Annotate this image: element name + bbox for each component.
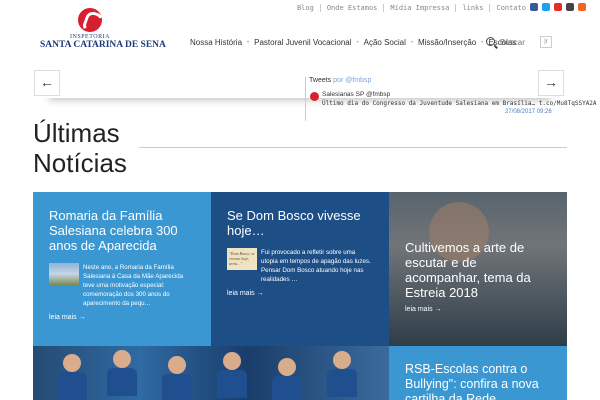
news-card-dom-bosco[interactable]: Se Dom Bosco vivesse hoje… "Dom Bosco, s… <box>211 192 389 346</box>
logo-mark-icon <box>78 8 102 32</box>
tweets-header: Tweets por @fmbsp <box>309 77 530 84</box>
page: Blog Onde Estamos Mídia Impressa links C… <box>0 0 600 400</box>
section-title-line1: Últimas <box>33 118 120 148</box>
top-link-links[interactable]: links <box>455 4 489 12</box>
news-card-title[interactable]: Se Dom Bosco vivesse hoje… <box>227 208 373 238</box>
photo-person <box>272 376 302 400</box>
news-card-content: Cultivemos a arte de escutar e de acompa… <box>405 240 551 313</box>
tweet-user[interactable]: Salesianas SP @fmbsp <box>322 91 390 98</box>
social-links <box>530 3 586 11</box>
photo-person <box>113 350 131 368</box>
news-card-excerpt: Fui provocado a refletir sobre uma utopi… <box>261 249 371 283</box>
news-card-body: Neste ano, a Romaria da Família Salesian… <box>49 263 195 308</box>
news-card-body: "Dom Bosco, se vivesse hoje, seria…" Fui… <box>227 248 373 284</box>
nav-item-acao-social[interactable]: Ação Social <box>360 38 410 47</box>
main-nav: Nossa História • Pastoral Juvenil Vocaci… <box>186 38 520 47</box>
photo-person <box>162 374 192 400</box>
logo-line2: SANTA CATARINA DE SENA <box>40 40 166 50</box>
top-link-blog[interactable]: Blog <box>291 4 320 12</box>
news-card-romaria[interactable]: Romaria da Família Salesiana celebra 300… <box>33 192 211 346</box>
top-link-midia-impressa[interactable]: Mídia Impressa <box>383 4 455 12</box>
top-link-onde-estamos[interactable]: Onde Estamos <box>319 4 384 12</box>
read-more-link[interactable]: leia mais → <box>227 290 373 297</box>
photo-person <box>63 354 81 372</box>
slider-next-button[interactable]: → <box>538 70 564 96</box>
news-card-photo[interactable] <box>33 346 389 400</box>
read-more-link[interactable]: leia mais → <box>49 314 195 321</box>
nav-item-nossa-historia[interactable]: Nossa História <box>186 38 246 47</box>
photo-person <box>278 358 296 376</box>
tweets-timeline-line <box>305 77 306 121</box>
photo-person <box>217 370 247 398</box>
news-card-title[interactable]: RSB-Escolas contra o Bullying": confira … <box>405 362 551 400</box>
photo-person <box>107 368 137 396</box>
site-logo[interactable]: INSPETORIA SANTA CATARINA DE SENA <box>40 8 166 58</box>
read-more-link[interactable]: leia mais → <box>405 306 551 313</box>
section-title-line2: Notícias <box>33 148 127 178</box>
section-divider <box>139 147 567 148</box>
tweets-widget: Tweets por @fmbsp Salesianas SP @fmbsp Ú… <box>300 77 597 121</box>
tweets-by-link[interactable]: por @fmbsp <box>333 77 371 84</box>
tweet-time[interactable]: 27/08/2017 09:26 <box>505 109 552 115</box>
youtube-icon[interactable] <box>554 3 562 11</box>
top-links: Blog Onde Estamos Mídia Impressa links C… <box>291 4 532 12</box>
tweet-avatar <box>310 92 319 101</box>
news-card-title[interactable]: Romaria da Família Salesiana celebra 300… <box>49 208 195 253</box>
news-card-thumbnail[interactable]: "Dom Bosco, se vivesse hoje, seria…" <box>227 248 257 270</box>
search-input[interactable] <box>500 35 536 49</box>
instagram-icon[interactable] <box>566 3 574 11</box>
news-card-thumbnail[interactable] <box>49 263 79 285</box>
language-button[interactable]: |r <box>540 36 552 48</box>
twitter-icon[interactable] <box>542 3 550 11</box>
nav-item-missao[interactable]: Missão/Inserção <box>414 38 480 47</box>
photo-person <box>333 351 351 369</box>
news-card-title[interactable]: Cultivemos a arte de escutar e de acompa… <box>405 240 551 300</box>
search-icon[interactable] <box>486 37 495 46</box>
nav-item-pastoral[interactable]: Pastoral Juvenil Vocacional <box>250 38 355 47</box>
tweets-title: Tweets <box>309 77 332 84</box>
news-card-excerpt: Neste ano, a Romaria da Família Salesian… <box>83 264 184 307</box>
rss-icon[interactable] <box>578 3 586 11</box>
photo-person <box>168 356 186 374</box>
tweet-text: Último dia do Congresso da Juventude Sal… <box>322 100 597 107</box>
slider-prev-button[interactable]: ← <box>34 70 60 96</box>
section-title: Últimas Notícias <box>33 118 127 178</box>
photo-person <box>57 372 87 400</box>
news-card-bullying[interactable]: RSB-Escolas contra o Bullying": confira … <box>389 346 567 400</box>
news-card-estreia[interactable]: Cultivemos a arte de escutar e de acompa… <box>389 192 567 346</box>
photo-person <box>223 352 241 370</box>
photo-person <box>327 369 357 397</box>
top-link-contato[interactable]: Contato <box>489 4 532 12</box>
facebook-icon[interactable] <box>530 3 538 11</box>
